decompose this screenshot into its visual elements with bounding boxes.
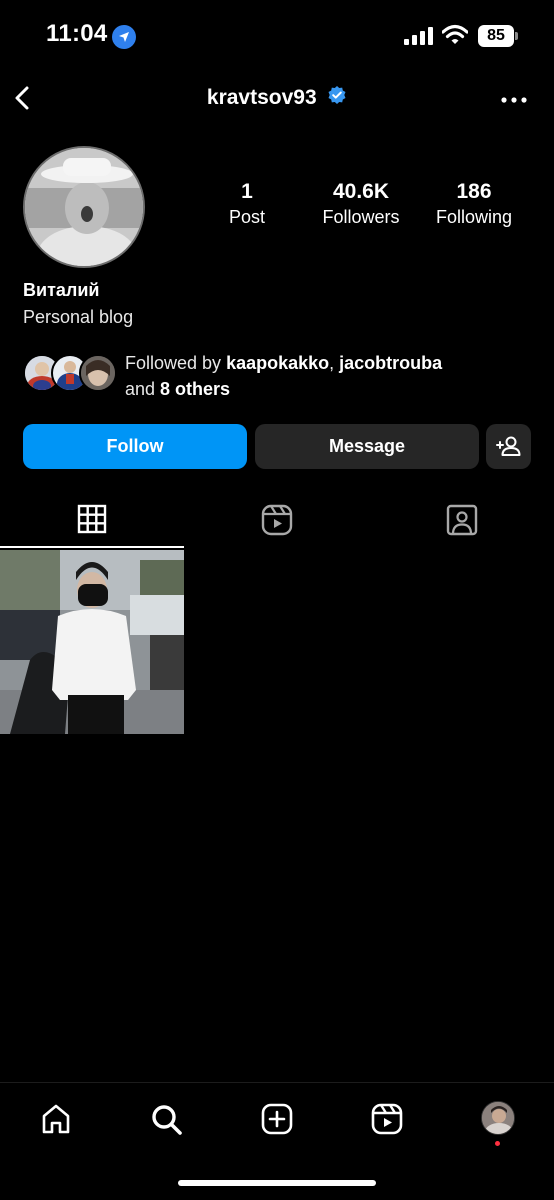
username: kravtsov93 xyxy=(206,86,317,109)
verified-icon xyxy=(327,85,347,110)
wifi-icon xyxy=(441,24,469,51)
follow-button[interactable]: Follow xyxy=(23,424,247,469)
active-tab-indicator xyxy=(0,546,184,548)
message-button[interactable]: Message xyxy=(255,424,479,469)
mutual-followers-avatars[interactable] xyxy=(23,354,117,394)
tab-reels[interactable] xyxy=(185,498,369,548)
profile-name: Виталий xyxy=(23,280,100,300)
followed-by-others[interactable]: 8 others xyxy=(160,379,230,399)
suggest-users-button[interactable] xyxy=(486,424,531,469)
stat-following[interactable]: 186 Following xyxy=(419,180,529,228)
following-count: 186 xyxy=(456,180,492,203)
profile-avatar[interactable] xyxy=(23,146,145,268)
mutual-avatar xyxy=(79,354,117,392)
profile-page: 11:04 85 kravtsov93 1 Post 40.6K Followe… xyxy=(0,0,554,1200)
tab-tagged[interactable] xyxy=(370,498,554,548)
nav-reels[interactable] xyxy=(367,1101,407,1141)
signal-icon xyxy=(404,27,434,50)
notification-dot xyxy=(495,1141,500,1146)
followers-count: 40.6K xyxy=(332,180,390,203)
nav-profile-avatar[interactable] xyxy=(481,1101,515,1135)
following-label: Following xyxy=(435,207,513,227)
followed-by-and: and xyxy=(125,379,161,399)
location-arrow-icon xyxy=(112,25,136,49)
grid-icon xyxy=(77,504,107,534)
followed-by-prefix: Followed by xyxy=(125,353,227,373)
profile-bio: Personal blog xyxy=(23,307,134,327)
followed-by-user2[interactable]: jacobtrouba xyxy=(339,353,442,373)
posts-count: 1 xyxy=(241,180,253,203)
nav-create[interactable] xyxy=(257,1101,297,1141)
tagged-icon xyxy=(446,504,478,536)
battery-cap xyxy=(515,32,518,40)
add-person-icon xyxy=(496,436,521,456)
followers-label: Followers xyxy=(322,207,400,227)
followed-by-separator: , xyxy=(329,353,340,373)
status-bar: 11:04 85 xyxy=(0,0,554,70)
more-options-icon[interactable] xyxy=(500,90,528,110)
followed-by-text[interactable]: Followed by kaapokakko, jacobtrouba and … xyxy=(125,350,545,402)
search-icon xyxy=(152,1105,182,1135)
home-indicator xyxy=(178,1180,376,1186)
reels-nav-icon xyxy=(371,1103,403,1135)
posts-label: Post xyxy=(228,207,266,227)
followed-by-user1[interactable]: kaapokakko xyxy=(226,353,329,373)
reels-icon xyxy=(261,504,293,536)
stat-followers[interactable]: 40.6K Followers xyxy=(306,180,416,228)
profile-header: kravtsov93 xyxy=(0,85,554,110)
battery-icon: 85 xyxy=(478,25,514,47)
stat-posts[interactable]: 1 Post xyxy=(192,180,302,228)
home-icon xyxy=(42,1104,70,1134)
tab-posts-grid[interactable] xyxy=(0,498,184,548)
post-thumbnail[interactable] xyxy=(0,550,184,734)
nav-search[interactable] xyxy=(146,1101,186,1141)
create-icon xyxy=(261,1103,293,1135)
nav-home[interactable] xyxy=(36,1101,76,1141)
status-time: 11:04 xyxy=(46,20,108,47)
